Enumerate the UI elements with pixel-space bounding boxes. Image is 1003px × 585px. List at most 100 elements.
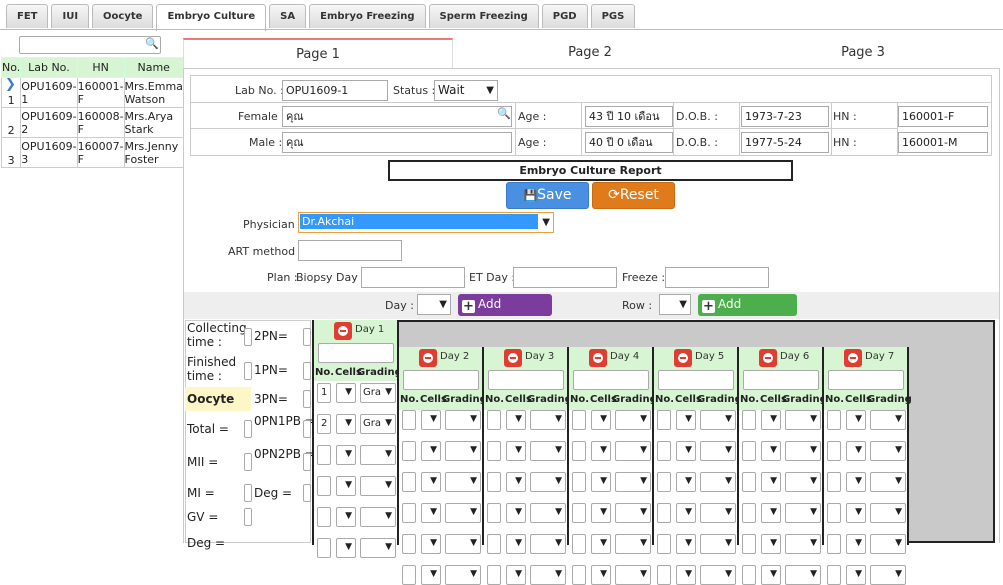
grading-select[interactable]: ▼: [700, 534, 736, 554]
cells-select[interactable]: ▼: [591, 534, 611, 554]
grading-select[interactable]: ▼: [785, 410, 821, 430]
grading-select[interactable]: ▼: [870, 472, 906, 492]
grading-select[interactable]: ▼: [360, 538, 396, 558]
grading-select[interactable]: ▼: [360, 507, 396, 527]
day-date-field[interactable]: [828, 370, 904, 390]
cells-select[interactable]: ▼: [846, 503, 866, 523]
embryo-no-field[interactable]: [572, 472, 586, 492]
grading-select[interactable]: ▼: [530, 503, 566, 523]
day-date-field[interactable]: [318, 343, 394, 363]
embryo-no-field[interactable]: [657, 441, 671, 461]
day-date-field[interactable]: [573, 370, 649, 390]
cells-select[interactable]: ▼: [761, 565, 781, 585]
embryo-no-field[interactable]: [402, 410, 416, 430]
remove-day-icon[interactable]: [674, 349, 692, 367]
biopsy-day-field[interactable]: [361, 267, 465, 288]
embryo-no-field[interactable]: [402, 441, 416, 461]
embryo-no-field[interactable]: [572, 503, 586, 523]
grading-select[interactable]: ▼: [700, 503, 736, 523]
cells-select[interactable]: ▼: [846, 534, 866, 554]
cells-select[interactable]: ▼: [336, 507, 356, 527]
grading-select[interactable]: ▼: [445, 441, 481, 461]
embryo-no-field[interactable]: [487, 503, 501, 523]
0pn1pb-field[interactable]: [303, 420, 311, 438]
grading-select[interactable]: ▼: [445, 410, 481, 430]
grading-select[interactable]: ▼: [615, 503, 651, 523]
cells-select[interactable]: ▼: [591, 565, 611, 585]
tab-pgs[interactable]: PGS: [590, 4, 636, 28]
mi-field[interactable]: [244, 484, 252, 502]
row-select[interactable]: ▼: [659, 294, 691, 315]
embryo-no-field[interactable]: [657, 410, 671, 430]
female-age-field[interactable]: 43 ปี 10 เดือน: [585, 106, 673, 127]
grading-select[interactable]: ▼: [700, 441, 736, 461]
embryo-no-field[interactable]: [827, 410, 841, 430]
embryo-no-field[interactable]: [487, 472, 501, 492]
status-select[interactable]: Wait ▼: [434, 80, 498, 101]
cells-select[interactable]: ▼: [421, 503, 441, 523]
grading-select[interactable]: ▼: [785, 503, 821, 523]
cells-select[interactable]: ▼: [676, 565, 696, 585]
remove-day-icon[interactable]: [844, 349, 862, 367]
grading-select[interactable]: ▼: [615, 441, 651, 461]
tab-page-1[interactable]: Page 1: [183, 38, 453, 68]
tab-embryo-culture[interactable]: Embryo Culture: [156, 4, 267, 31]
embryo-no-field[interactable]: [827, 534, 841, 554]
embryo-no-field[interactable]: 1: [317, 383, 331, 403]
embryo-no-field[interactable]: [402, 534, 416, 554]
grading-select[interactable]: ▼: [615, 410, 651, 430]
grading-select[interactable]: ▼: [785, 441, 821, 461]
grading-select[interactable]: ▼: [870, 565, 906, 585]
grading-select[interactable]: ▼: [615, 534, 651, 554]
grading-select[interactable]: ▼: [785, 565, 821, 585]
embryo-no-field[interactable]: [827, 565, 841, 585]
grading-select[interactable]: ▼: [870, 534, 906, 554]
tab-fet[interactable]: FET: [6, 4, 49, 28]
embryo-no-field[interactable]: [657, 472, 671, 492]
1pn-field[interactable]: [303, 362, 311, 380]
embryo-no-field[interactable]: [827, 441, 841, 461]
grading-select[interactable]: ▼: [870, 410, 906, 430]
cells-select[interactable]: ▼: [506, 441, 526, 461]
grading-select[interactable]: ▼: [445, 503, 481, 523]
embryo-no-field[interactable]: [317, 507, 331, 527]
embryo-no-field[interactable]: [402, 565, 416, 585]
grading-select[interactable]: ▼: [700, 410, 736, 430]
tab-embryo-freezing[interactable]: Embryo Freezing: [309, 4, 426, 28]
embryo-no-field[interactable]: [487, 441, 501, 461]
embryo-no-field[interactable]: [572, 565, 586, 585]
embryo-no-field[interactable]: [317, 476, 331, 496]
save-button[interactable]: 💾Save: [506, 182, 589, 209]
mii-field[interactable]: [244, 453, 252, 471]
tab-iui[interactable]: IUI: [51, 4, 90, 28]
grading-select[interactable]: ▼: [360, 476, 396, 496]
cells-select[interactable]: ▼: [421, 472, 441, 492]
embryo-no-field[interactable]: [402, 503, 416, 523]
remove-day-icon[interactable]: [419, 349, 437, 367]
grading-select[interactable]: ▼: [615, 472, 651, 492]
day-select[interactable]: ▼: [417, 294, 451, 315]
cells-select[interactable]: ▼: [676, 534, 696, 554]
cells-select[interactable]: ▼: [506, 472, 526, 492]
female-name-field[interactable]: คุณ: [282, 106, 512, 127]
cells-select[interactable]: ▼: [846, 410, 866, 430]
cells-select[interactable]: ▼: [336, 414, 356, 434]
male-hn-field[interactable]: 160001-M: [898, 132, 988, 153]
embryo-no-field[interactable]: [317, 445, 331, 465]
cells-select[interactable]: ▼: [761, 503, 781, 523]
patient-search-input[interactable]: [19, 36, 161, 54]
cells-select[interactable]: ▼: [676, 410, 696, 430]
embryo-no-field[interactable]: [827, 472, 841, 492]
grading-select[interactable]: ▼: [445, 565, 481, 585]
grading-select[interactable]: ▼: [530, 472, 566, 492]
cells-select[interactable]: ▼: [676, 441, 696, 461]
cells-select[interactable]: ▼: [591, 441, 611, 461]
cells-select[interactable]: ▼: [761, 472, 781, 492]
freeze-field[interactable]: [665, 267, 769, 288]
grading-select[interactable]: ▼: [870, 503, 906, 523]
grading-select[interactable]: ▼: [445, 472, 481, 492]
male-age-field[interactable]: 40 ปี 0 เดือน: [585, 132, 673, 153]
tab-page-2[interactable]: Page 2: [455, 38, 725, 68]
tab-pgd[interactable]: PGD: [541, 4, 588, 28]
embryo-no-field[interactable]: [572, 410, 586, 430]
